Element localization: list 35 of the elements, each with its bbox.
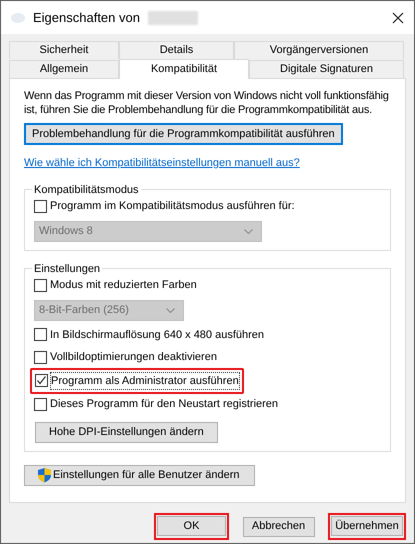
dpi-settings-button[interactable]: Hohe DPI-Einstellungen ändern	[35, 422, 218, 442]
chevron-down-icon	[166, 308, 175, 312]
dialog-button[interactable]: Übernehmen	[331, 516, 403, 536]
tab[interactable]: Sicherheit	[9, 41, 119, 59]
dialog-button[interactable]: OK	[157, 516, 226, 536]
chevron-down-icon	[244, 228, 253, 234]
tab[interactable]: Details	[119, 41, 234, 59]
checkbox-label[interactable]: Modus mit reduzierten Farben	[50, 277, 197, 294]
shield-icon	[37, 467, 52, 483]
dialog-button[interactable]: Abbrechen	[242, 516, 314, 536]
all-users-button[interactable]: Einstellungen für alle Benutzer ändern	[24, 464, 255, 486]
close-icon[interactable]	[392, 12, 404, 24]
blurred-text	[148, 10, 198, 24]
checkbox-label[interactable]: Dieses Programm für den Neustart registrieren	[50, 396, 278, 412]
tab[interactable]: Kompatibilität	[119, 59, 249, 79]
tab[interactable]: Allgemein	[9, 60, 119, 78]
checkbox-label[interactable]: Programm im Kompatibilitätsmodus ausführen für:	[50, 198, 295, 214]
help-link[interactable]: Wie wähle ich Kompatibilitätseinstellungen manuell aus?	[24, 155, 300, 172]
checkbox-label[interactable]: Vollbildoptimierungen deaktivieren	[50, 349, 217, 366]
checkbox-label[interactable]: Programm als Administrator ausführen	[51, 372, 239, 389]
troubleshoot-button[interactable]: Problembehandlung für die Programmkompatibilität ausführen	[24, 123, 343, 145]
checkbox[interactable]	[34, 398, 47, 411]
checkbox-label[interactable]: In Bildschirmauflösung 640 x 480 ausführen	[50, 326, 264, 343]
checkbox[interactable]	[34, 278, 47, 292]
description-text: Wenn das Programm mit dieser Version von Windows nicht voll funktionsfähig ist, führen Sie die Problembehandlung für die Programmkompatibilität aus.	[24, 89, 390, 117]
app-icon	[11, 12, 25, 24]
tab[interactable]: Digitale Signaturen	[249, 60, 404, 78]
checkbox[interactable]	[34, 350, 47, 364]
checkbox[interactable]	[34, 328, 47, 342]
group-title: Einstellungen	[33, 262, 102, 276]
checkbox[interactable]	[35, 374, 48, 388]
window-title: Eigenschaften von	[33, 8, 140, 27]
group-title: Kompatibilitätsmodus	[33, 182, 140, 198]
checkbox[interactable]	[34, 200, 47, 213]
tab[interactable]: Vorgängerversionen	[234, 41, 404, 59]
